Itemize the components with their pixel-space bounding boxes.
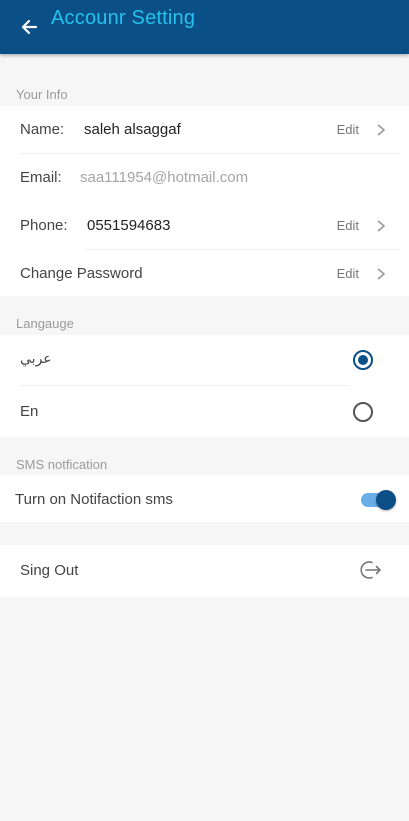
name-value: saleh alsaggaf — [84, 121, 181, 138]
chevron-right-icon — [377, 124, 386, 136]
language-option-arabic[interactable]: عربي — [0, 335, 409, 385]
chevron-right-icon — [377, 220, 386, 232]
chevron-right-icon — [377, 268, 386, 280]
name-edit-link[interactable]: Edit — [337, 122, 359, 137]
section-label-your-info: Your Info — [16, 87, 68, 102]
name-label: Name: — [20, 121, 65, 138]
language-label-en: En — [20, 403, 39, 420]
name-row[interactable]: Name: saleh alsaggaf Edit — [0, 106, 409, 154]
change-password-label: Change Password — [20, 265, 143, 282]
language-label-arabic: عربي — [20, 351, 52, 367]
sms-toggle-label: Turn on Notifaction sms — [15, 491, 173, 508]
email-row: Email: saa111954@hotmail.com — [0, 154, 409, 202]
arrow-left-icon — [21, 19, 38, 35]
logout-icon[interactable] — [357, 558, 383, 582]
radio-selected-icon[interactable] — [353, 350, 373, 370]
phone-label: Phone: — [20, 217, 68, 234]
radio-unselected-icon[interactable] — [353, 402, 373, 422]
password-edit-link[interactable]: Edit — [337, 266, 359, 281]
phone-row[interactable]: Phone: 0551594683 Edit — [0, 202, 409, 250]
sms-toggle-row: Turn on Notifaction sms — [0, 475, 409, 522]
phone-value: 0551594683 — [87, 217, 171, 234]
signout-card: Sing Out — [0, 545, 409, 597]
your-info-card: Name: saleh alsaggaf Edit Email: saa1119… — [0, 106, 409, 296]
signout-label: Sing Out — [20, 562, 79, 579]
page-title: Accounr Setting — [51, 7, 196, 29]
email-value: saa111954@hotmail.com — [80, 169, 249, 186]
section-label-sms: SMS notfication — [16, 457, 108, 472]
app-bar: Accounr Setting — [0, 0, 409, 54]
language-card: عربي En — [0, 335, 409, 437]
email-label: Email: — [20, 169, 62, 186]
sms-card: Turn on Notifaction sms — [0, 475, 409, 522]
phone-edit-link[interactable]: Edit — [337, 218, 359, 233]
section-label-language: Langauge — [16, 316, 74, 331]
language-option-en[interactable]: En — [0, 386, 409, 437]
back-button[interactable] — [18, 16, 40, 38]
change-password-row[interactable]: Change Password Edit — [0, 250, 409, 296]
signout-row[interactable]: Sing Out — [0, 545, 409, 597]
sms-toggle-knob[interactable] — [376, 490, 396, 510]
